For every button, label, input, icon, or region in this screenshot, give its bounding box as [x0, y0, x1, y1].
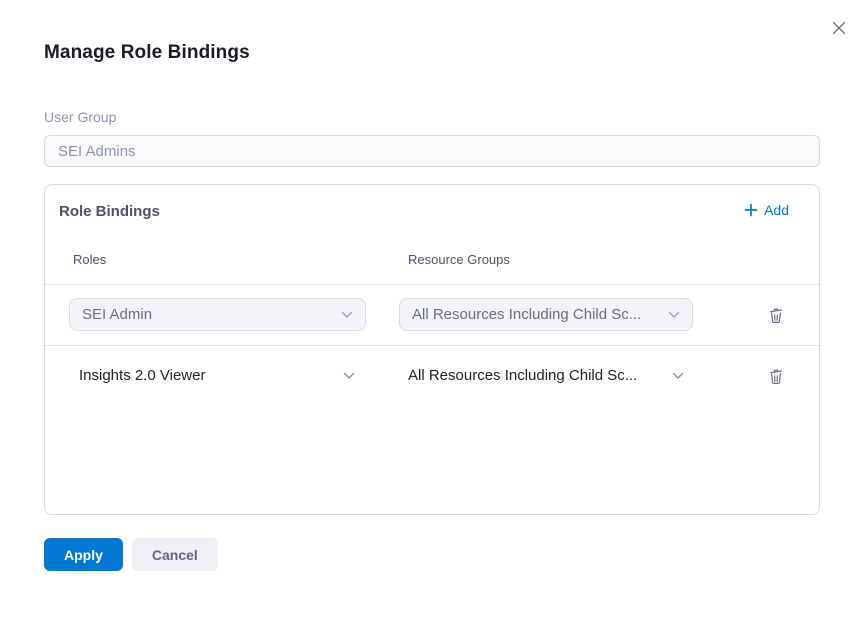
table-row: SEI Admin All Resources Including Child …: [45, 284, 819, 345]
trash-icon: [768, 306, 784, 324]
resource-group-select-value: All Resources Including Child Sc...: [412, 306, 641, 323]
role-select[interactable]: Insights 2.0 Viewer: [79, 345, 355, 406]
cancel-button[interactable]: Cancel: [132, 538, 218, 571]
role-bindings-title: Role Bindings: [59, 203, 160, 220]
delete-row-button[interactable]: [759, 359, 793, 392]
user-group-input[interactable]: [44, 135, 820, 167]
column-header-roles: Roles: [73, 252, 106, 267]
role-bindings-panel: Role Bindings Add Roles Resource Groups …: [44, 184, 820, 515]
dialog-footer: Apply Cancel: [44, 538, 218, 571]
close-icon[interactable]: [829, 18, 849, 38]
chevron-down-icon: [343, 372, 355, 380]
delete-row-button[interactable]: [759, 298, 793, 331]
chevron-down-icon: [668, 311, 680, 319]
user-group-label: User Group: [44, 109, 116, 125]
resource-group-select[interactable]: All Resources Including Child Sc...: [408, 345, 684, 406]
role-select-value: Insights 2.0 Viewer: [79, 367, 205, 384]
column-header-resource-groups: Resource Groups: [408, 252, 510, 267]
plus-icon: [744, 203, 758, 217]
manage-role-bindings-dialog: Manage Role Bindings User Group Role Bin…: [0, 0, 865, 621]
apply-button[interactable]: Apply: [44, 538, 123, 571]
trash-icon: [768, 367, 784, 385]
role-select-value: SEI Admin: [82, 306, 152, 323]
role-select-disabled: SEI Admin: [69, 298, 366, 331]
resource-group-select-value: All Resources Including Child Sc...: [408, 367, 637, 384]
page-title: Manage Role Bindings: [44, 42, 250, 64]
add-button-label: Add: [764, 202, 789, 218]
chevron-down-icon: [672, 372, 684, 380]
chevron-down-icon: [341, 311, 353, 319]
add-role-binding-button[interactable]: Add: [744, 202, 789, 218]
table-row: Insights 2.0 Viewer All Resources Includ…: [45, 345, 819, 406]
resource-group-select-disabled: All Resources Including Child Sc...: [399, 298, 693, 331]
